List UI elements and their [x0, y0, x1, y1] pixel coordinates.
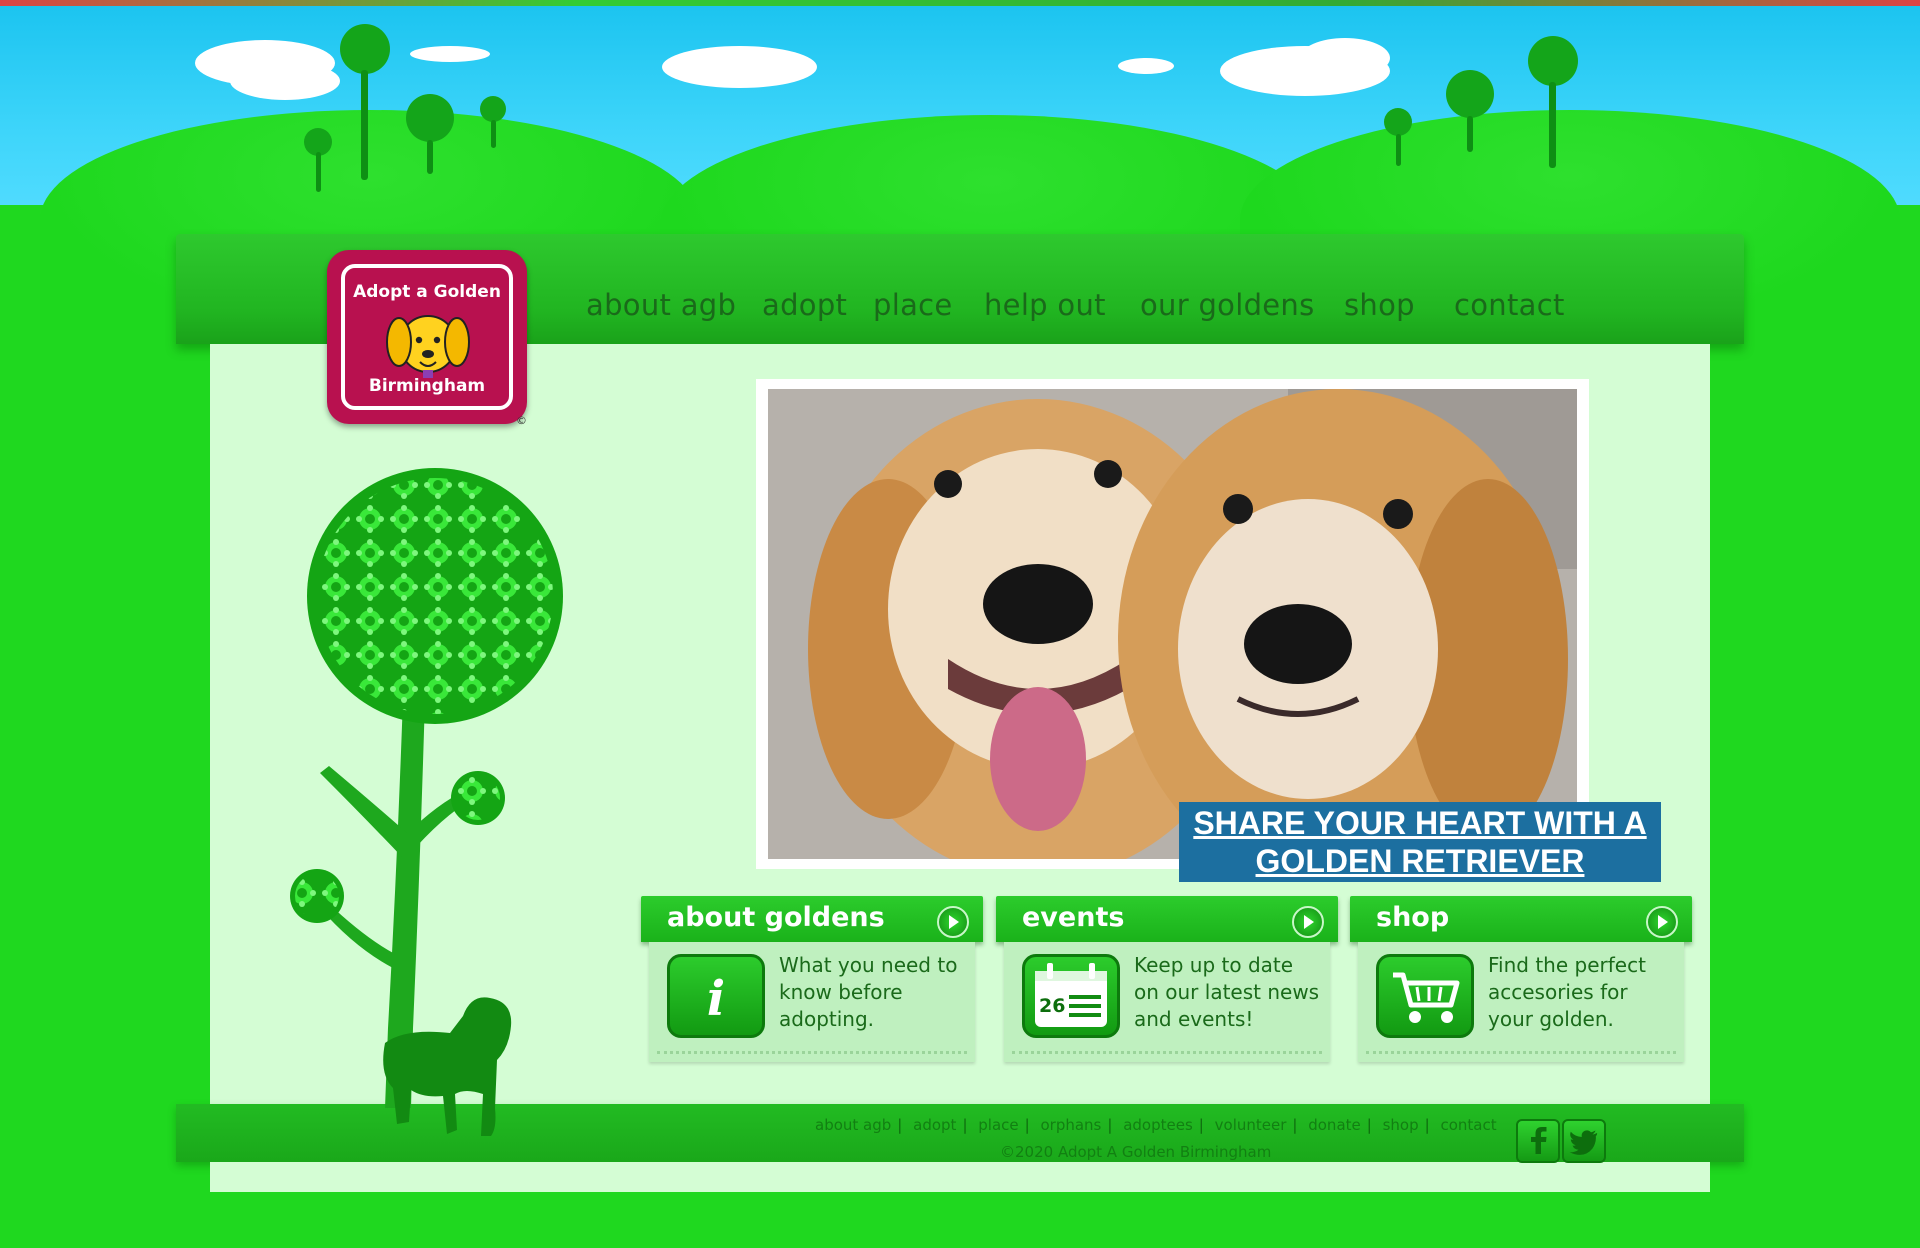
footer-copyright: ©2020 Adopt A Golden Birmingham	[1000, 1143, 1272, 1161]
footer-separator: |	[897, 1116, 903, 1134]
card-title: shop	[1376, 902, 1450, 933]
footer-separator: |	[1198, 1116, 1204, 1134]
cart-icon	[1376, 954, 1474, 1038]
nav-our-goldens[interactable]: our goldens	[1140, 288, 1315, 322]
nav-about-agb[interactable]: about agb	[586, 288, 736, 322]
calendar-day: 26	[1039, 995, 1066, 1017]
card-title: about goldens	[667, 902, 885, 933]
banner-line2: GOLDEN RETRIEVER	[1255, 843, 1585, 879]
nav-adopt[interactable]: adopt	[762, 288, 847, 322]
card-shop[interactable]: shop Find the perfect accesories for you…	[1350, 896, 1692, 1064]
hero-photo-golden-retrievers	[768, 389, 1577, 859]
nav-contact[interactable]: contact	[1454, 288, 1565, 322]
footer-link-adopt[interactable]: adopt	[913, 1116, 956, 1134]
footer-link-orphans[interactable]: orphans	[1040, 1116, 1101, 1134]
card-events[interactable]: events 26 Keep up to date on our latest …	[996, 896, 1338, 1064]
info-icon: i	[667, 954, 765, 1038]
arrow-right-icon[interactable]	[937, 906, 969, 938]
svg-text:i: i	[707, 971, 725, 1027]
facebook-icon[interactable]	[1516, 1119, 1560, 1163]
footer-strip	[210, 1162, 1710, 1192]
decorative-tree-illustration	[290, 468, 563, 1136]
card-header: about goldens	[641, 896, 983, 942]
cloud	[662, 46, 817, 88]
cloud	[230, 62, 340, 100]
arrow-right-icon[interactable]	[1646, 906, 1678, 938]
footer-link-adoptees[interactable]: adoptees	[1123, 1116, 1193, 1134]
footer-link-shop[interactable]: shop	[1383, 1116, 1419, 1134]
footer-link-volunteer[interactable]: volunteer	[1215, 1116, 1287, 1134]
footer-link-contact[interactable]: contact	[1440, 1116, 1496, 1134]
logo-line2: Birmingham	[368, 376, 486, 396]
nav-help-out[interactable]: help out	[984, 288, 1106, 322]
site-logo[interactable]: Adopt a Golden Birmingham	[327, 250, 527, 424]
card-body: Find the perfect accesories for your gol…	[1358, 942, 1684, 1062]
logo-copyright-mark: ©	[516, 414, 527, 427]
twitter-icon[interactable]	[1562, 1119, 1606, 1163]
share-your-heart-banner[interactable]: SHARE YOUR HEART WITH A GOLDEN RETRIEVER	[1179, 802, 1661, 882]
footer-separator: |	[962, 1116, 968, 1134]
hero-image-frame	[756, 379, 1589, 869]
card-header: shop	[1350, 896, 1692, 942]
logo-line1: Adopt a Golden	[353, 282, 501, 302]
footer-separator: |	[1107, 1116, 1113, 1134]
card-body: i What you need to know before adopting.	[649, 942, 975, 1062]
footer-separator: |	[1424, 1116, 1430, 1134]
card-about-goldens[interactable]: about goldens i What you need to know be…	[641, 896, 983, 1064]
nav-place[interactable]: place	[873, 288, 953, 322]
cloud	[1118, 58, 1174, 74]
footer-link-donate[interactable]: donate	[1308, 1116, 1361, 1134]
card-description: Find the perfect accesories for your gol…	[1488, 953, 1646, 1031]
arrow-right-icon[interactable]	[1292, 906, 1324, 938]
card-description: What you need to know before adopting.	[779, 953, 958, 1031]
nav-shop[interactable]: shop	[1344, 288, 1415, 322]
card-title: events	[1022, 902, 1125, 933]
banner-line1: SHARE YOUR HEART WITH A	[1193, 805, 1647, 841]
footer-links: about agb | adopt | place | orphans | adopte…	[815, 1116, 1497, 1134]
footer-separator: |	[1366, 1116, 1372, 1134]
card-body: 26 Keep up to date on our latest news an…	[1004, 942, 1330, 1062]
card-header: events	[996, 896, 1338, 942]
dog-face-icon	[386, 315, 470, 378]
card-description: Keep up to date on our latest news and e…	[1134, 953, 1320, 1031]
cloud	[1300, 38, 1390, 78]
footer-link-place[interactable]: place	[978, 1116, 1018, 1134]
cloud	[410, 46, 490, 62]
share-your-heart-link[interactable]: SHARE YOUR HEART WITH A GOLDEN RETRIEVER	[1193, 804, 1646, 880]
calendar-icon: 26	[1022, 954, 1120, 1038]
footer-link-about-agb[interactable]: about agb	[815, 1116, 891, 1134]
footer-separator: |	[1024, 1116, 1030, 1134]
golden-retrievers-image	[768, 389, 1577, 859]
footer-separator: |	[1292, 1116, 1298, 1134]
